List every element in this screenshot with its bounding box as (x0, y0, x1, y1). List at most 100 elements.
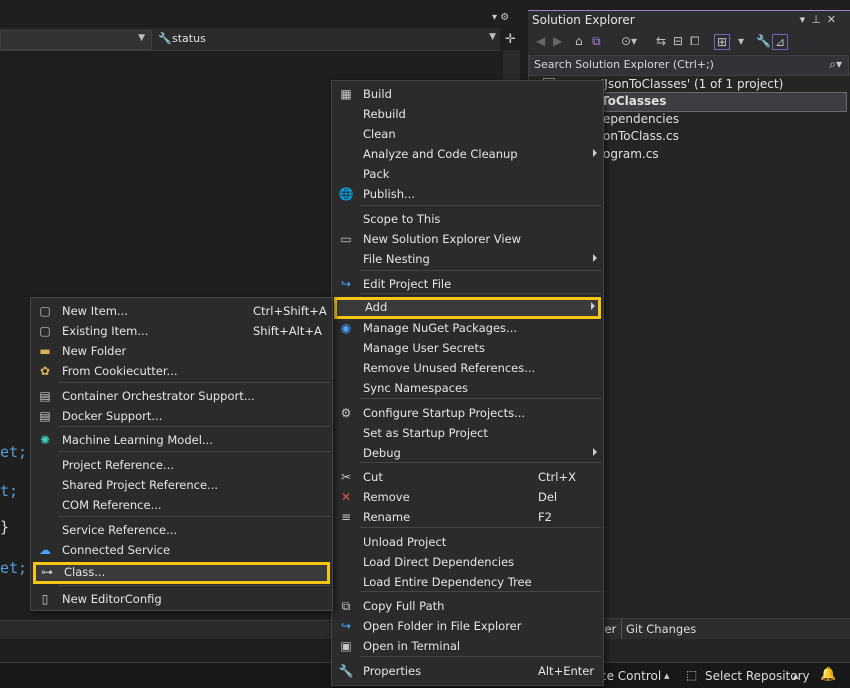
repository-icon: ⬚ (686, 668, 698, 682)
editor-window-controls[interactable]: ▾ ⚙ (492, 12, 509, 23)
tab-git-changes[interactable]: Git Changes (626, 622, 696, 636)
menu-item-shared-project-reference[interactable]: Shared Project Reference... (31, 475, 332, 495)
menu-item-project-reference[interactable]: Project Reference... (31, 455, 332, 475)
menu-item-set-as-startup-project[interactable]: Set as Startup Project (332, 423, 603, 443)
tree-item-program[interactable]: ogram.cs (603, 147, 659, 161)
menu-item-copy-full-path[interactable]: ⧉ Copy Full Path (332, 596, 603, 616)
tree-item-jsontoclass[interactable]: onToClass.cs (603, 129, 679, 143)
menu-item-label: Analyze and Code Cleanup (363, 147, 518, 161)
cookie-icon: ✿ (39, 364, 51, 378)
tree-item-solution[interactable]: 'JsonToClasses' (1 of 1 project) (601, 77, 783, 91)
tree-item-dependencies[interactable]: ependencies (603, 112, 679, 126)
menu-item-properties[interactable]: 🔧 Properties Alt+Enter (332, 661, 603, 681)
menu-item-com-reference[interactable]: COM Reference... (31, 495, 332, 515)
notification-bell-icon[interactable]: 🔔 (820, 667, 836, 682)
menu-item-manage-user-secrets[interactable]: Manage User Secrets (332, 338, 603, 358)
menu-item-new-folder[interactable]: ▬ New Folder (31, 341, 332, 361)
filter-icon[interactable]: ⊿ (772, 34, 789, 50)
menu-item-new-solution-explorer-view[interactable]: ▭ New Solution Explorer View (332, 229, 603, 249)
forward-icon[interactable]: ▶ (553, 34, 562, 48)
menu-item-label: Rebuild (363, 107, 406, 121)
menu-item-remove[interactable]: ✕ Remove Del (332, 487, 603, 507)
source-control-button[interactable]: ce Control (600, 669, 661, 683)
menu-item-configure-startup-projects[interactable]: ⚙ Configure Startup Projects... (332, 403, 603, 423)
split-editor-icon[interactable]: ✛ (505, 32, 516, 47)
chevron-down-icon[interactable]: ▾ (738, 34, 744, 48)
menu-item-add[interactable]: Add (334, 297, 601, 319)
tree-item-project[interactable]: ToClasses (601, 94, 666, 108)
menu-item-connected-service[interactable]: ☁ Connected Service (31, 540, 332, 560)
pending-changes-icon[interactable]: ⊙▾ (621, 34, 637, 48)
home-icon[interactable]: ⌂ (575, 34, 583, 48)
add-submenu: ▢ New Item... Ctrl+Shift+A ▢ Existing Item..… (30, 297, 333, 611)
menu-item-label: Container Orchestrator Support... (62, 389, 255, 403)
menu-separator (360, 293, 601, 294)
menu-item-label: Remove (363, 490, 410, 504)
menu-separator (360, 270, 601, 271)
menu-item-shortcut: Alt+Enter (538, 664, 595, 678)
menu-item-machine-learning-model[interactable]: ✺ Machine Learning Model... (31, 430, 332, 450)
menu-item-debug[interactable]: Debug (332, 443, 603, 463)
member-dropdown[interactable]: ▼ (0, 30, 152, 50)
menu-item-file-nesting[interactable]: File Nesting (332, 249, 603, 269)
solution-explorer-toolbar: ◀ ▶ ⌂ ⧉ ⊙▾ ⇆ ⊟ ⧠ ⊞ ▾ 🔧 ⊿ (528, 30, 850, 54)
menu-item-new-item[interactable]: ▢ New Item... Ctrl+Shift+A (31, 301, 332, 321)
menu-item-existing-item[interactable]: ▢ Existing Item... Shift+Alt+A (31, 321, 332, 341)
menu-item-label: Load Direct Dependencies (363, 555, 515, 569)
menu-item-publish[interactable]: 🌐 Publish... (332, 184, 603, 204)
menu-item-label: Set as Startup Project (363, 426, 488, 440)
menu-item-rebuild[interactable]: Rebuild (332, 104, 603, 124)
collapse-all-icon[interactable]: ⊟ (673, 34, 683, 48)
menu-item-pack[interactable]: Pack (332, 164, 603, 184)
back-icon[interactable]: ◀ (536, 34, 545, 48)
solution-explorer-title: Solution Explorer (532, 13, 635, 27)
show-all-files-icon[interactable]: ⧠ (690, 34, 700, 49)
status-dropdown[interactable]: 🔧 status ▼ (155, 30, 500, 48)
globe-icon: 🌐 (338, 187, 354, 201)
menu-item-open-in-terminal[interactable]: ▣ Open in Terminal (332, 636, 603, 656)
menu-separator (59, 585, 330, 586)
menu-item-from-cookiecutter[interactable]: ✿ From Cookiecutter... (31, 361, 332, 381)
menu-item-docker-support[interactable]: ▤ Docker Support... (31, 406, 332, 426)
menu-item-rename[interactable]: ≡ Rename F2 (332, 507, 603, 527)
menu-item-label: New Solution Explorer View (363, 232, 522, 246)
ml-model-icon: ✺ (39, 433, 51, 447)
panel-controls[interactable]: ▾⊥✕ (800, 13, 842, 26)
menu-item-label: Unload Project (363, 535, 447, 549)
menu-item-clean[interactable]: Clean (332, 124, 603, 144)
menu-item-label: Properties (363, 664, 422, 678)
solution-explorer-search[interactable]: Search Solution Explorer (Ctrl+;) ⌕▾ (529, 55, 849, 76)
menu-item-label: Class... (64, 565, 106, 579)
properties-wrench-icon[interactable]: 🔧 (756, 34, 771, 48)
menu-separator (360, 398, 601, 399)
menu-item-label: Copy Full Path (363, 599, 445, 613)
menu-item-label: Docker Support... (62, 409, 163, 423)
status-dropdown-label: status (172, 32, 206, 45)
menu-item-load-direct-dependencies[interactable]: Load Direct Dependencies (332, 552, 603, 572)
menu-item-manage-nuget-packages[interactable]: ◉ Manage NuGet Packages... (332, 318, 603, 338)
menu-item-cut[interactable]: ✂ Cut Ctrl+X (332, 467, 603, 487)
menu-item-build[interactable]: ▦ Build (332, 84, 603, 104)
code-line: } (0, 518, 10, 536)
menu-item-shortcut: Ctrl+X (538, 470, 576, 484)
menu-item-analyze-and-code-cleanup[interactable]: Analyze and Code Cleanup (332, 144, 603, 164)
menu-item-load-entire-dependency-tree[interactable]: Load Entire Dependency Tree (332, 572, 603, 592)
switch-views-icon[interactable]: ⧉ (592, 34, 601, 49)
menu-item-label: Machine Learning Model... (62, 433, 213, 447)
menu-item-remove-unused-references[interactable]: Remove Unused References... (332, 358, 603, 378)
menu-item-unload-project[interactable]: Unload Project (332, 532, 603, 552)
menu-item-open-folder-in-file-explorer[interactable]: ↪ Open Folder in File Explorer (332, 616, 603, 636)
submenu-arrow-icon (593, 149, 597, 157)
menu-item-container-orchestrator-support[interactable]: ▤ Container Orchestrator Support... (31, 386, 332, 406)
menu-item-edit-project-file[interactable]: ↪ Edit Project File (332, 274, 603, 294)
preview-icon[interactable]: ⊞ (714, 34, 731, 50)
menu-separator (360, 656, 601, 657)
menu-item-label: Edit Project File (363, 277, 452, 291)
menu-item-scope-to-this[interactable]: Scope to This (332, 209, 603, 229)
menu-item-service-reference[interactable]: Service Reference... (31, 520, 332, 540)
menu-item-new-editorconfig[interactable]: ▯ New EditorConfig (31, 589, 332, 609)
menu-item-sync-namespaces[interactable]: Sync Namespaces (332, 378, 603, 398)
sync-icon[interactable]: ⇆ (656, 34, 666, 48)
menu-item-label: Cut (363, 470, 383, 484)
menu-item-class[interactable]: ⊶ Class... (33, 562, 330, 584)
